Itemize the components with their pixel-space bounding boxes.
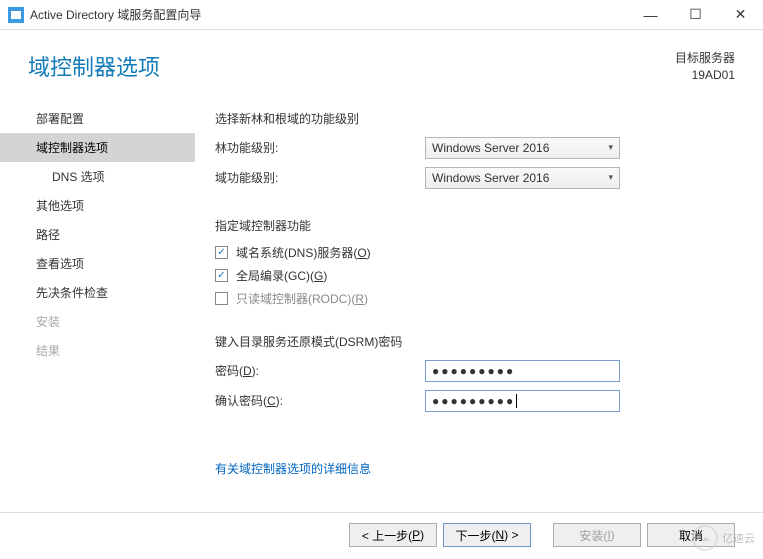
header: 域控制器选项 目标服务器 19AD01: [0, 30, 763, 100]
checkbox-gc-row[interactable]: 全局编录(GC)(G): [215, 267, 735, 284]
watermark: ☁ 亿速云: [692, 525, 755, 551]
body: 部署配置 域控制器选项 DNS 选项 其他选项 路径 查看选项 先决条件检查 安…: [0, 100, 763, 520]
domain-level-dropdown[interactable]: Windows Server 2016 ▾: [425, 167, 620, 189]
chevron-down-icon: ▾: [608, 172, 613, 183]
section-dsrm: 键入目录服务还原模式(DSRM)密码: [215, 333, 735, 350]
cloud-icon: ☁: [692, 525, 718, 551]
sidebar-item-dc-options[interactable]: 域控制器选项: [0, 133, 195, 162]
minimize-button[interactable]: —: [628, 0, 673, 30]
footer: < 上一步(P) 下一步(N) > 安装(I) 取消: [349, 523, 735, 547]
password-input[interactable]: ●●●●●●●●●: [425, 360, 620, 382]
domain-level-label: 域功能级别:: [215, 169, 425, 186]
checkbox-gc-label: 全局编录(GC)(G): [236, 267, 327, 284]
watermark-text: 亿速云: [722, 530, 755, 546]
sidebar-item-paths[interactable]: 路径: [0, 220, 195, 249]
footer-divider: [0, 512, 763, 513]
checkbox-dns-label: 域名系统(DNS)服务器(O): [236, 244, 371, 261]
forest-level-value: Windows Server 2016: [432, 141, 549, 155]
checkbox-dns-row[interactable]: 域名系统(DNS)服务器(O): [215, 244, 735, 261]
window-title: Active Directory 域服务配置向导: [30, 6, 201, 23]
window-controls: — ☐ ✕: [628, 0, 763, 30]
password-label: 密码(D):: [215, 362, 425, 379]
previous-button[interactable]: < 上一步(P): [349, 523, 437, 547]
more-info-link[interactable]: 有关域控制器选项的详细信息: [215, 460, 371, 477]
confirm-password-label: 确认密码(C):: [215, 392, 425, 409]
chevron-down-icon: ▾: [608, 142, 613, 153]
domain-level-value: Windows Server 2016: [432, 171, 549, 185]
checkbox-rodc: [215, 292, 228, 305]
forest-level-label: 林功能级别:: [215, 139, 425, 156]
install-button: 安装(I): [553, 523, 641, 547]
checkbox-rodc-label: 只读域控制器(RODC)(R): [236, 290, 368, 307]
titlebar: Active Directory 域服务配置向导 — ☐ ✕: [0, 0, 763, 30]
page-title: 域控制器选项: [28, 50, 160, 82]
maximize-button[interactable]: ☐: [673, 0, 718, 30]
sidebar-item-prereq[interactable]: 先决条件检查: [0, 278, 195, 307]
app-icon: [8, 7, 24, 23]
confirm-password-input[interactable]: ●●●●●●●●●: [425, 390, 620, 412]
checkbox-gc[interactable]: [215, 269, 228, 282]
sidebar: 部署配置 域控制器选项 DNS 选项 其他选项 路径 查看选项 先决条件检查 安…: [0, 100, 195, 520]
sidebar-item-deploy[interactable]: 部署配置: [0, 104, 195, 133]
section-capabilities: 指定域控制器功能: [215, 217, 735, 234]
sidebar-item-other[interactable]: 其他选项: [0, 191, 195, 220]
next-button[interactable]: 下一步(N) >: [443, 523, 531, 547]
sidebar-item-install: 安装: [0, 307, 195, 336]
target-value: 19AD01: [675, 67, 735, 84]
target-server: 目标服务器 19AD01: [675, 50, 735, 84]
checkbox-dns[interactable]: [215, 246, 228, 259]
section-functional-levels: 选择新林和根域的功能级别: [215, 110, 735, 127]
sidebar-item-review[interactable]: 查看选项: [0, 249, 195, 278]
target-label: 目标服务器: [675, 50, 735, 67]
forest-level-dropdown[interactable]: Windows Server 2016 ▾: [425, 137, 620, 159]
content: 选择新林和根域的功能级别 林功能级别: Windows Server 2016 …: [195, 100, 763, 520]
sidebar-item-results: 结果: [0, 336, 195, 365]
sidebar-item-dns[interactable]: DNS 选项: [0, 162, 195, 191]
close-button[interactable]: ✕: [718, 0, 763, 30]
checkbox-rodc-row: 只读域控制器(RODC)(R): [215, 290, 735, 307]
